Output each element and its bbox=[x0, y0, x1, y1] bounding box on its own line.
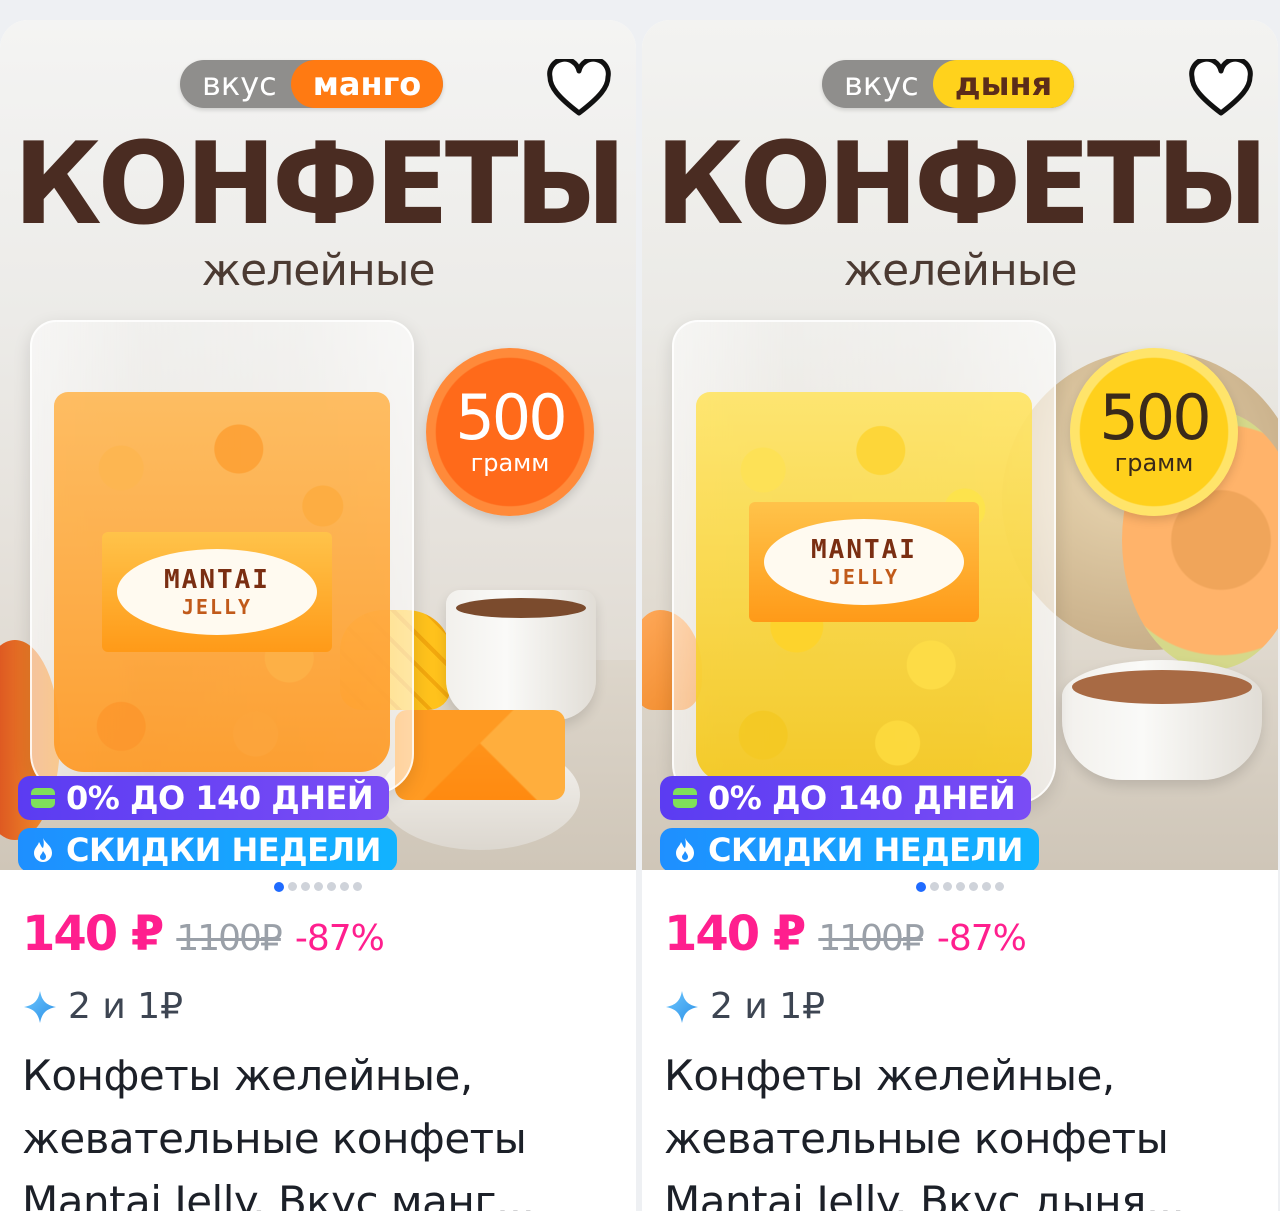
product-photo[interactable]: вкус дыня КОНФЕТЫ желейные MANTAI JELLY … bbox=[642, 20, 1278, 870]
weekly-deals-text: СКИДКИ НЕДЕЛИ bbox=[66, 831, 381, 869]
title-line: Конфеты желейные, bbox=[664, 1051, 1115, 1100]
weekly-deals-text: СКИДКИ НЕДЕЛИ bbox=[708, 831, 1023, 869]
old-price: 1100₽ bbox=[818, 918, 925, 959]
weight-unit: грамм bbox=[470, 449, 550, 477]
title-line: Mantai Jelly. Вкус дыня... bbox=[664, 1177, 1185, 1211]
tea-cup bbox=[1062, 660, 1262, 780]
weight-value: 500 bbox=[1099, 381, 1211, 454]
brand-label: MANTAI JELLY bbox=[749, 502, 979, 622]
favorite-button[interactable] bbox=[544, 54, 614, 124]
installment-badge: 0% ДО 140 ДНЕЙ bbox=[18, 776, 390, 820]
title-line: жевательные конфеты bbox=[664, 1114, 1169, 1163]
price-row: 140 ₽ 1100₽ -87% bbox=[22, 906, 385, 962]
weight-badge: 500 грамм bbox=[1070, 348, 1238, 516]
heart-outline-icon bbox=[1189, 59, 1253, 116]
flavor-prefix: вкус bbox=[202, 65, 277, 103]
gallery-dot[interactable] bbox=[301, 882, 310, 891]
weight-badge: 500 грамм bbox=[426, 348, 594, 516]
weight-unit: грамм bbox=[1114, 449, 1194, 477]
candy-bag: MANTAI JELLY bbox=[30, 320, 414, 794]
old-price: 1100₽ bbox=[176, 918, 283, 959]
brand-line1: MANTAI bbox=[164, 565, 270, 595]
gallery-dot[interactable] bbox=[274, 882, 284, 892]
sparkle-icon bbox=[666, 990, 698, 1023]
photo-subheadline: желейные bbox=[201, 245, 435, 296]
photo-subheadline: желейные bbox=[843, 245, 1077, 296]
product-photo[interactable]: вкус манго КОНФЕТЫ желейные MANTAI JELLY… bbox=[0, 20, 636, 870]
fire-icon bbox=[28, 835, 58, 865]
gallery-dot[interactable] bbox=[353, 882, 362, 891]
bonus-row: 2 и 1₽ bbox=[664, 986, 825, 1027]
product-card[interactable]: вкус дыня КОНФЕТЫ желейные MANTAI JELLY … bbox=[642, 20, 1278, 1211]
favorite-button[interactable] bbox=[1186, 54, 1256, 124]
flavor-pill: вкус манго bbox=[180, 60, 444, 108]
discount-percent: -87% bbox=[936, 918, 1027, 959]
flavor-pill: вкус дыня bbox=[822, 60, 1075, 108]
fire-icon bbox=[670, 835, 700, 865]
candy-bag: MANTAI JELLY bbox=[672, 320, 1056, 804]
heart-outline-icon bbox=[547, 59, 611, 116]
brand-line1: MANTAI bbox=[811, 535, 917, 565]
photo-headline: КОНФЕТЫ bbox=[13, 118, 627, 251]
flavor-name: дыня bbox=[932, 60, 1075, 108]
photo-headline: КОНФЕТЫ bbox=[655, 118, 1269, 251]
gallery-dot[interactable] bbox=[969, 882, 978, 891]
gallery-dot[interactable] bbox=[930, 882, 939, 891]
product-grid: вкус манго КОНФЕТЫ желейные MANTAI JELLY… bbox=[0, 0, 1280, 1211]
title-line: Конфеты желейные, bbox=[22, 1051, 473, 1100]
gallery-dot[interactable] bbox=[314, 882, 323, 891]
gallery-dot[interactable] bbox=[995, 882, 1004, 891]
installment-text: 0% ДО 140 ДНЕЙ bbox=[66, 779, 374, 817]
card-stripe-icon bbox=[28, 783, 58, 813]
price-row: 140 ₽ 1100₽ -87% bbox=[664, 906, 1027, 962]
gallery-dot[interactable] bbox=[916, 882, 926, 892]
gallery-indicator bbox=[0, 882, 636, 892]
product-card[interactable]: вкус манго КОНФЕТЫ желейные MANTAI JELLY… bbox=[0, 20, 636, 1211]
gallery-dot[interactable] bbox=[943, 882, 952, 891]
sparkle-icon bbox=[24, 990, 56, 1023]
product-title-link[interactable]: Конфеты желейные, жевательные конфеты Ma… bbox=[22, 1044, 622, 1211]
brand-line2: JELLY bbox=[828, 565, 900, 589]
product-title-link[interactable]: Конфеты желейные, жевательные конфеты Ma… bbox=[664, 1044, 1264, 1211]
brand-label: MANTAI JELLY bbox=[102, 532, 332, 652]
bonus-text: 2 и 1₽ bbox=[710, 986, 825, 1027]
gallery-dot[interactable] bbox=[288, 882, 297, 891]
tea-cup bbox=[446, 590, 596, 720]
title-line: жевательные конфеты bbox=[22, 1114, 527, 1163]
gallery-indicator bbox=[642, 882, 1278, 892]
card-stripe-icon bbox=[670, 783, 700, 813]
discount-percent: -87% bbox=[294, 918, 385, 959]
gallery-dot[interactable] bbox=[956, 882, 965, 891]
installment-badge: 0% ДО 140 ДНЕЙ bbox=[660, 776, 1032, 820]
weekly-deals-badge: СКИДКИ НЕДЕЛИ bbox=[660, 828, 1039, 870]
candy-pile bbox=[395, 710, 565, 800]
gallery-dot[interactable] bbox=[340, 882, 349, 891]
bonus-text: 2 и 1₽ bbox=[68, 986, 183, 1027]
title-line: Mantai Jelly. Вкус манг... bbox=[22, 1177, 535, 1211]
flavor-prefix: вкус bbox=[844, 65, 919, 103]
brand-line2: JELLY bbox=[181, 595, 253, 619]
current-price: 140 ₽ bbox=[22, 906, 164, 962]
weight-value: 500 bbox=[455, 381, 567, 454]
gallery-dot[interactable] bbox=[982, 882, 991, 891]
bonus-row: 2 и 1₽ bbox=[22, 986, 183, 1027]
installment-text: 0% ДО 140 ДНЕЙ bbox=[708, 779, 1016, 817]
current-price: 140 ₽ bbox=[664, 906, 806, 962]
flavor-name: манго bbox=[290, 60, 444, 108]
gallery-dot[interactable] bbox=[327, 882, 336, 891]
weekly-deals-badge: СКИДКИ НЕДЕЛИ bbox=[18, 828, 397, 870]
